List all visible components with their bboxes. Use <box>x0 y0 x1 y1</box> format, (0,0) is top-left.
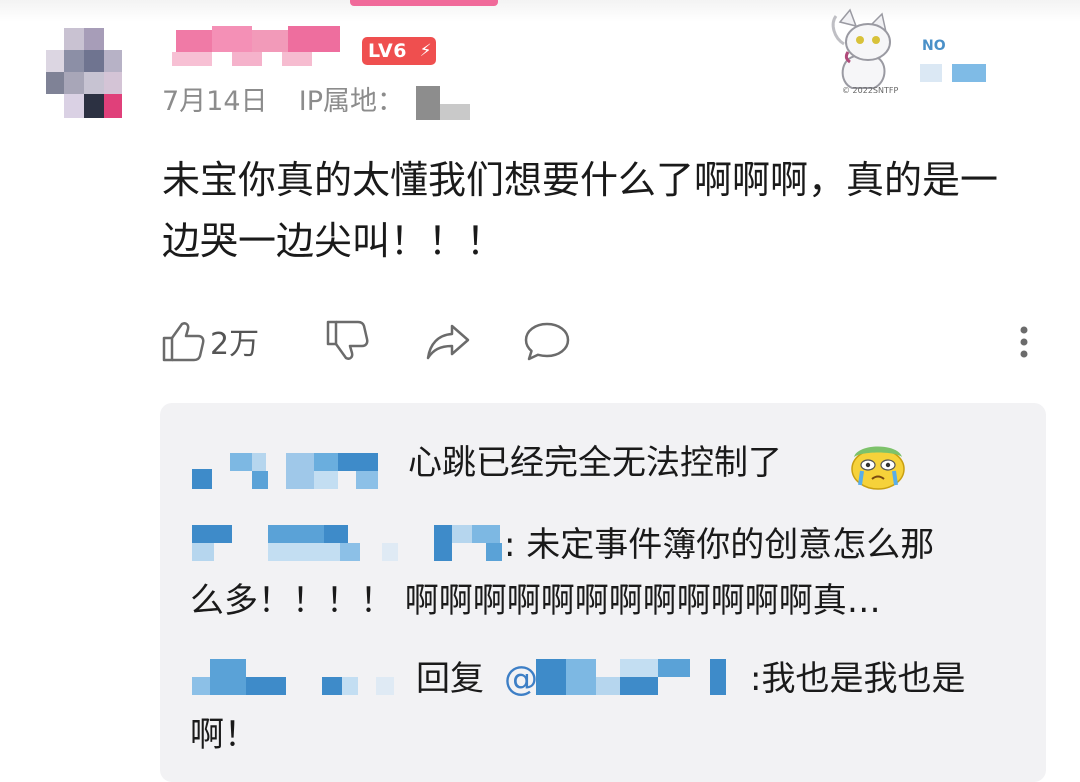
replies-panel[interactable]: 心跳已经完全无法控制了 : 未定事件簿你的创意怎么那 么多！！！！ 啊啊啊啊啊啊… <box>160 403 1046 782</box>
tab-indicator <box>350 0 498 6</box>
crying-emoji-icon <box>851 446 905 490</box>
comment-date: 7月14日 <box>162 86 268 117</box>
dislike-button[interactable] <box>324 312 370 370</box>
reply-text: 心跳已经完全无法控制了 <box>408 443 782 483</box>
svg-text:NO: NO <box>922 38 946 54</box>
reply-author[interactable] <box>192 525 232 543</box>
reply-author[interactable] <box>192 677 210 695</box>
mention-at[interactable]: @ <box>504 651 538 707</box>
reply-text-line2: 啊！ <box>190 715 258 755</box>
share-icon <box>426 324 470 360</box>
avatar[interactable] <box>46 28 122 120</box>
reply-text-line2: 么多！！！！ 啊啊啊啊啊啊啊啊啊啊啊啊真… <box>190 581 881 621</box>
level-badge: LV6 ⚡ <box>362 37 436 65</box>
like-count: 2万 <box>210 327 260 362</box>
mention-user[interactable] <box>536 659 566 695</box>
action-bar: 2万 <box>160 312 1060 372</box>
more-vertical-icon <box>1020 326 1028 358</box>
reply-button[interactable] <box>522 312 572 370</box>
username[interactable] <box>172 26 344 68</box>
reply-text-line1: :我也是我也是 <box>750 659 966 699</box>
thumbs-up-icon <box>162 322 205 362</box>
more-button[interactable] <box>1012 312 1036 370</box>
comment-text: 未宝你真的太懂我们想要什么了啊啊啊，真的是一边哭一边尖叫！！！ <box>162 158 999 263</box>
ip-location <box>412 86 472 120</box>
reply-text-line1: : 未定事件簿你的创意怎么那 <box>504 525 935 565</box>
comment-meta: 7月14日 IP属地： <box>162 82 404 122</box>
reply-author[interactable] <box>192 469 212 489</box>
comment-bubble-icon <box>524 322 570 361</box>
like-button[interactable]: 2万 <box>160 312 259 370</box>
ip-label: IP属地： <box>298 86 404 117</box>
share-button[interactable] <box>424 312 472 370</box>
level-text: LV6 <box>368 40 407 62</box>
thumbs-down-icon <box>326 320 369 360</box>
lightning-icon: ⚡ <box>419 41 432 61</box>
pendant-copyright: © 2022SNTFP <box>842 86 899 95</box>
reply-verb: 回复 <box>416 659 484 699</box>
